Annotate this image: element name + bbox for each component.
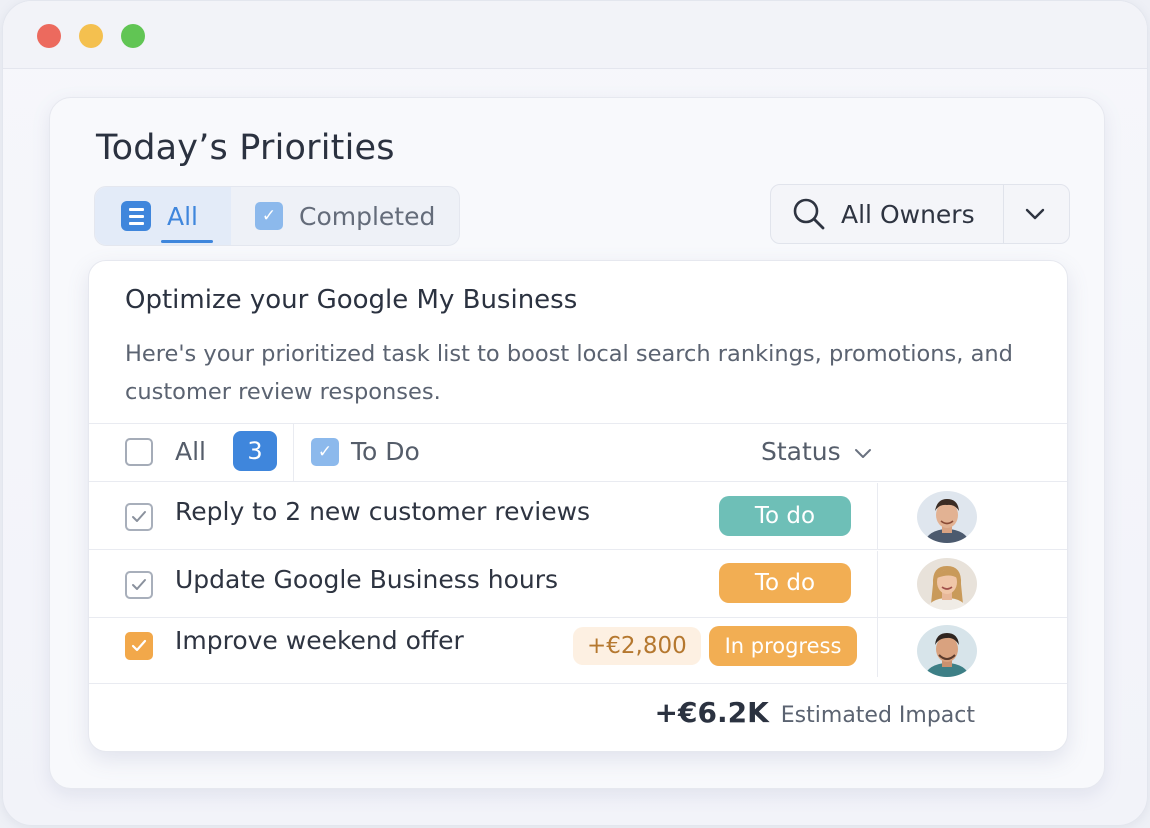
task-title: Update Google Business hours	[175, 565, 559, 594]
title-bar	[3, 1, 1147, 69]
maximize-window-button[interactable]	[121, 24, 145, 48]
tab-bar: All ✓ Completed	[94, 186, 460, 246]
app-window: Today’s Priorities All ✓ Completed All O…	[2, 0, 1148, 826]
divider	[877, 483, 878, 549]
divider	[877, 617, 878, 677]
tab-completed-label: Completed	[299, 201, 436, 231]
avatar[interactable]	[917, 491, 977, 543]
task-title: Reply to 2 new customer reviews	[175, 497, 591, 526]
tab-all[interactable]: All	[95, 187, 231, 245]
divider	[293, 423, 294, 481]
list-icon	[121, 201, 151, 231]
todo-filter-label: To Do	[351, 437, 420, 466]
card-description: Here's your prioritized task list to boo…	[125, 341, 1013, 405]
divider	[877, 551, 878, 617]
task-row[interactable]: Reply to 2 new customer reviews To do	[89, 483, 1067, 549]
chevron-down-icon[interactable]	[1004, 207, 1066, 221]
filter-row: All 3 ✓ To Do Status	[89, 423, 1067, 481]
status-badge[interactable]: To do	[719, 563, 851, 603]
owner-filter-dropdown[interactable]: All Owners	[770, 184, 1070, 244]
task-checkbox[interactable]	[125, 571, 153, 599]
select-all-checkbox[interactable]	[125, 438, 153, 466]
minimize-window-button[interactable]	[79, 24, 103, 48]
tab-completed[interactable]: ✓ Completed	[255, 187, 435, 245]
priorities-panel: Today’s Priorities All ✓ Completed All O…	[49, 97, 1105, 789]
page-title: Today’s Priorities	[96, 128, 395, 168]
search-icon	[789, 194, 829, 234]
impact-value: +€6.2K	[654, 696, 769, 729]
task-row[interactable]: Update Google Business hours To do	[89, 551, 1067, 617]
divider	[89, 481, 1067, 482]
status-badge[interactable]: In progress	[709, 626, 857, 666]
status-sort-dropdown[interactable]: Status	[761, 437, 873, 466]
card-title: Optimize your Google My Business	[125, 285, 578, 315]
task-checkbox[interactable]	[125, 632, 153, 660]
chevron-down-icon	[853, 437, 873, 466]
tab-all-label: All	[167, 201, 198, 231]
task-checkbox[interactable]	[125, 503, 153, 531]
divider	[89, 549, 1067, 550]
active-tab-indicator	[161, 240, 213, 243]
count-badge: 3	[233, 431, 277, 471]
filter-all-label: All	[175, 437, 206, 466]
close-window-button[interactable]	[37, 24, 61, 48]
impact-label: Estimated Impact	[780, 703, 975, 728]
task-row[interactable]: Improve weekend offer +€2,800 In progres…	[89, 617, 1067, 683]
todo-filter-checkbox[interactable]: ✓	[311, 438, 339, 466]
task-card: Optimize your Google My Business Here's …	[88, 260, 1068, 752]
impact-amount-badge: +€2,800	[573, 627, 701, 665]
avatar[interactable]	[917, 625, 977, 677]
owner-filter-label: All Owners	[841, 199, 975, 229]
task-title: Improve weekend offer	[175, 626, 464, 655]
status-label: Status	[761, 437, 841, 466]
checkbox-icon: ✓	[255, 202, 283, 230]
divider	[89, 683, 1067, 684]
status-badge[interactable]: To do	[719, 496, 851, 536]
avatar[interactable]	[917, 558, 977, 610]
estimated-impact: +€6.2K Estimated Impact	[655, 696, 975, 729]
